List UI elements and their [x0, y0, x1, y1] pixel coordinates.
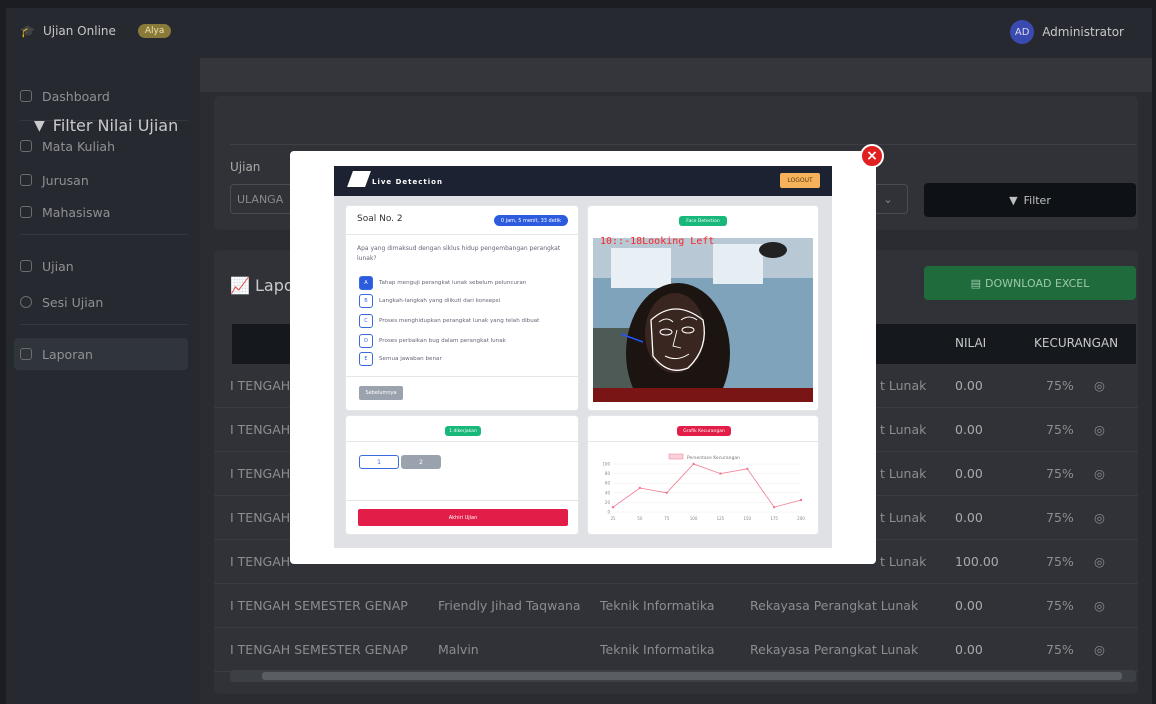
x-tick-label: 150 [743, 516, 751, 521]
divider [588, 441, 818, 442]
y-tick-label: 20 [605, 500, 611, 505]
data-point [638, 486, 642, 490]
option-text: Proses menghidupkan perangkat lunak yang… [379, 318, 540, 324]
close-button[interactable]: × [860, 144, 884, 168]
logout-button[interactable]: LOGOUT [780, 173, 820, 188]
answer-option[interactable]: E Semua jawaban benar [359, 352, 442, 366]
question-title: Soal No. 2 [357, 214, 403, 224]
y-tick-label: 40 [605, 490, 611, 495]
previous-button[interactable]: Sebelumnya [359, 386, 403, 400]
x-tick-label: 25 [610, 516, 616, 521]
logo-icon [347, 171, 371, 187]
legend-label: Persentase Kecurangan [687, 455, 740, 461]
cheating-chart: Persentase Kecurangan 0 20 40 60 80 100 25 50 75 1… [602, 453, 805, 521]
x-tick-label: 50 [637, 516, 643, 521]
chart-badge: Grafik Kecurangan [677, 426, 731, 436]
question-pane [346, 206, 578, 410]
legend-swatch [668, 453, 684, 460]
app-logo: Live Detection [347, 171, 443, 187]
answered-badge: 1 dikerjakan [445, 426, 481, 436]
option-key: D [359, 334, 373, 348]
x-tick-label: 100 [690, 516, 698, 521]
x-tick-label: 75 [664, 516, 670, 521]
option-text: Proses perbaikan bug dalam perangkat lun… [379, 338, 506, 344]
timer-badge: 0 jam, 5 menit, 33 detik [494, 215, 568, 226]
answer-option[interactable]: A Tahap menguji perangkat lunak sebelum p… [359, 276, 526, 290]
divider [346, 441, 578, 442]
y-tick-label: 80 [605, 471, 611, 476]
option-text: Tahap menguji perangkat lunak sebelum pe… [379, 280, 527, 286]
option-key: A [359, 276, 373, 290]
data-point [772, 506, 776, 509]
y-tick-label: 0 [607, 510, 610, 515]
data-point [665, 491, 668, 494]
option-text: Langkah-langkah yang diikuti dari konsep… [379, 298, 501, 304]
end-exam-button[interactable]: Akhiri Ujian [358, 509, 568, 526]
y-tick-label: 100 [602, 462, 610, 467]
data-point [611, 506, 615, 509]
face-detection-badge: Face Detection [679, 216, 727, 226]
answer-option[interactable]: C Proses menghidupkan perangkat lunak yan… [359, 314, 539, 328]
x-tick-label: 175 [770, 516, 778, 521]
x-tick-label: 200 [797, 516, 805, 521]
app-title: Live Detection [372, 178, 443, 186]
data-point [746, 467, 749, 470]
data-point [719, 472, 722, 475]
detection-readout: 10::-18Looking Left [600, 236, 715, 247]
question-number-button[interactable]: 2 [401, 455, 441, 469]
series-line [612, 463, 802, 508]
option-key: C [359, 314, 373, 328]
divider [346, 500, 578, 501]
y-tick-label: 60 [605, 481, 611, 486]
question-text: Apa yang dimaksud dengan siklus hidup pe… [357, 245, 561, 262]
question-number-button[interactable]: 1 [359, 455, 399, 469]
webcam-feed [593, 238, 813, 402]
option-text: Semua jawaban benar [379, 356, 442, 362]
option-key: E [359, 352, 373, 366]
answer-option[interactable]: B Langkah-langkah yang diikuti dari konse… [359, 294, 500, 308]
webcam-image [593, 238, 813, 402]
data-point [692, 462, 695, 466]
data-point [799, 498, 803, 502]
option-key: B [359, 294, 373, 308]
divider [346, 234, 578, 235]
x-tick-label: 125 [717, 516, 725, 521]
answer-option[interactable]: D Proses perbaikan bug dalam perangkat lu… [359, 334, 506, 348]
divider [346, 376, 578, 377]
